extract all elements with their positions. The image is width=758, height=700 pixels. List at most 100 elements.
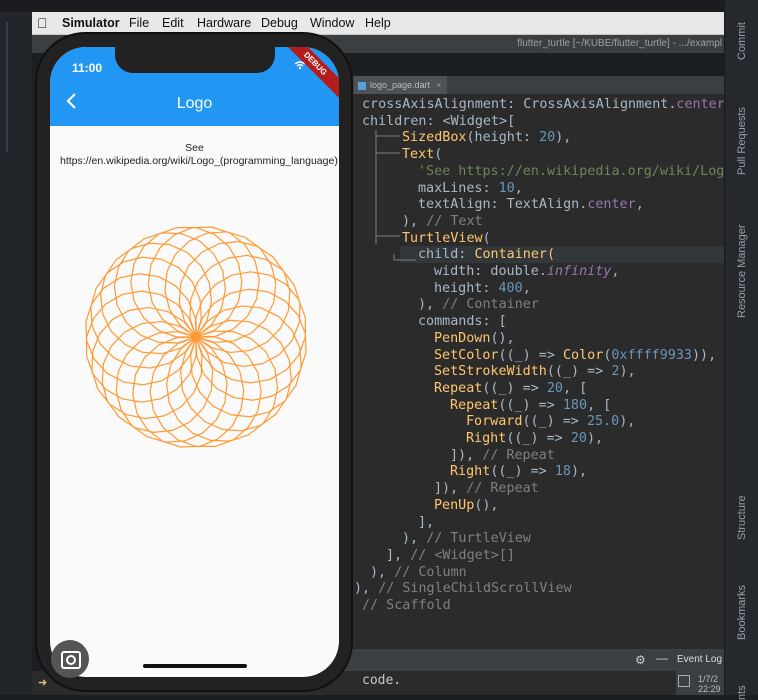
code-line: Text(: [402, 146, 442, 163]
code-token: Color: [563, 347, 604, 363]
code-token: Right: [466, 431, 507, 446]
code-token: ),: [370, 564, 395, 580]
code-token: 400: [498, 280, 523, 296]
code-line: // Scaffold: [362, 597, 451, 614]
gear-icon[interactable]: ⚙: [635, 653, 646, 667]
code-token: ),: [619, 414, 636, 430]
code-token: SetColor: [434, 347, 499, 363]
code-editor[interactable]: crossAxisAlignment: CrossAxisAlignment.c…: [340, 94, 724, 649]
menu-debug[interactable]: Debug: [261, 16, 298, 30]
code-token: // Repeat: [482, 447, 555, 463]
turtle-stroke: [165, 330, 279, 442]
code-line: Repeat((_) => 180, [: [450, 397, 611, 414]
code-token: 20: [570, 431, 587, 446]
code-token: 10: [498, 180, 515, 196]
code-line: commands: [: [418, 313, 507, 330]
code-line: ), // TurtleView: [402, 530, 531, 547]
code-token: ),: [402, 531, 427, 547]
menu-app-name[interactable]: Simulator: [62, 16, 120, 30]
mac-menubar:  Simulator File Edit Hardware Debug Win…: [32, 12, 724, 35]
menu-hardware[interactable]: Hardware: [197, 16, 251, 30]
code-token: , [: [563, 380, 588, 396]
code-token: 25.0: [586, 414, 620, 430]
code-token: SetStrokeWidth: [434, 364, 547, 380]
code-token: // TurtleView: [426, 531, 531, 547]
right-tool-strip: Commit Pull Requests Resource Manager St…: [724, 0, 758, 700]
code-token: ),: [354, 581, 379, 597]
code-token: 'See https://en.wikipedia.org/wiki/Logo: [418, 163, 724, 179]
tool-structure[interactable]: Structure: [736, 495, 748, 540]
code-token: Text: [402, 147, 435, 163]
turtle-stroke: [85, 273, 197, 386]
code-line: ],: [418, 514, 434, 531]
code-token: ),: [555, 130, 572, 146]
home-indicator[interactable]: [143, 664, 247, 668]
menu-file[interactable]: File: [129, 16, 149, 30]
turtle-stroke: [91, 306, 203, 420]
code-line: maxLines: 10,: [418, 180, 523, 197]
menu-edit[interactable]: Edit: [162, 16, 184, 30]
minimize-icon[interactable]: —: [656, 651, 668, 665]
tool-notifications[interactable]: nts: [736, 685, 748, 700]
code-token: Repeat: [450, 397, 499, 413]
code-token: center: [676, 97, 724, 112]
prompt-arrow-icon: ➜: [38, 677, 48, 689]
code-token: ]),: [450, 447, 483, 463]
tool-resource-manager[interactable]: Resource Manager: [736, 224, 748, 318]
code-token: crossAxisAlignment: CrossAxisAlignment.: [362, 97, 677, 112]
apple-menu-icon[interactable]: : [37, 15, 48, 31]
code-token: ],: [418, 514, 435, 530]
code-line: ), // Text: [402, 213, 483, 230]
dart-file-icon: [358, 81, 366, 90]
code-line: ]), // Repeat: [434, 480, 539, 497]
turtle-logo-drawing: [85, 226, 307, 448]
code-token: ),: [619, 364, 636, 380]
code-token: PenUp: [434, 497, 475, 513]
status-time: 11:00: [72, 61, 103, 75]
code-token: // Repeat: [466, 481, 539, 497]
code-line: ], // <Widget>[]: [386, 547, 515, 564]
tab-logo-page[interactable]: logo_page.dart ×: [354, 76, 448, 94]
turtle-stroke: [147, 226, 260, 338]
code-line: Right((_) => 20),: [466, 430, 603, 447]
window-title: flutter_turtle [~/KUBE/flutter_turtle] -…: [517, 38, 722, 49]
tab-close-icon[interactable]: ×: [436, 80, 441, 90]
code-token: commands: [: [418, 314, 507, 330]
terminal-text: code.: [362, 673, 402, 688]
ide-bottom-toolbar: ⚙ — Event Log: [340, 649, 724, 671]
code-token: )),: [692, 347, 717, 363]
code-line: TurtleView(: [402, 230, 491, 247]
turtle-stroke: [195, 288, 307, 401]
code-token: ),: [418, 297, 443, 313]
event-log-entry: 1/7/2 22:29: [676, 671, 724, 695]
code-token: ,: [522, 280, 531, 296]
code-token: ],: [386, 547, 411, 563]
code-token: // Text: [426, 213, 483, 229]
code-token: 20: [539, 130, 556, 146]
menu-help[interactable]: Help: [365, 16, 391, 30]
code-line: children: <Widget>[: [362, 113, 515, 130]
code-token: width: double.: [434, 264, 547, 279]
code-token: ((_) =>: [498, 397, 563, 413]
code-token: TurtleView: [402, 230, 483, 246]
checkbox-icon[interactable]: [678, 675, 690, 687]
screenshot-camera-button[interactable]: [51, 640, 89, 678]
code-token: ,: [514, 180, 523, 196]
tool-bookmarks[interactable]: Bookmarks: [736, 585, 748, 640]
code-token: maxLines:: [418, 180, 499, 196]
code-token: // Column: [394, 564, 467, 580]
menu-window[interactable]: Window: [310, 16, 354, 30]
code-line: textAlign: TextAlign.center,: [418, 196, 644, 213]
desktop-top-edge: [0, 0, 758, 12]
code-token: ,: [635, 197, 644, 213]
tool-pull-requests[interactable]: Pull Requests: [736, 107, 748, 175]
strip-divider: [6, 22, 8, 152]
code-token: ((_) =>: [498, 347, 563, 363]
code-line: ), // Container: [418, 296, 539, 313]
code-token: ((_) =>: [490, 464, 555, 480]
phone-screen: 11:00 DEBUG Logo See https://en.wikipedi…: [50, 47, 339, 677]
event-log-tab[interactable]: Event Log: [677, 654, 722, 665]
tool-commit[interactable]: Commit: [736, 22, 748, 60]
code-line: PenUp(),: [434, 497, 499, 514]
code-token: // SingleChildScrollView: [378, 581, 572, 597]
